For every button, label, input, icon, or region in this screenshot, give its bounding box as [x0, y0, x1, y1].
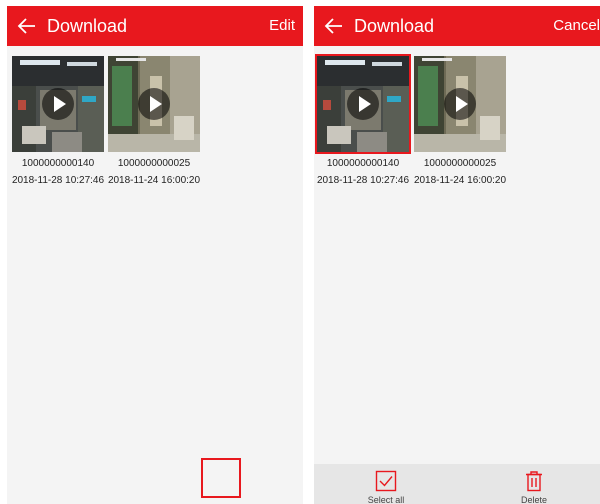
trash-icon: [526, 471, 542, 492]
video-name: 1000000000025: [423, 158, 497, 169]
page-title: Download: [47, 16, 128, 36]
back-arrow-icon[interactable]: [15, 14, 39, 38]
edit-button[interactable]: Edit: [269, 17, 295, 35]
edit-toolbar: Select all Delete: [314, 464, 600, 504]
play-icon[interactable]: [42, 88, 74, 120]
selection-highlight: [315, 54, 411, 154]
checkbox-icon: [375, 470, 397, 492]
header-bar: Download Cancel: [314, 6, 600, 46]
video-date: 2018-11-24 16:00:20: [413, 175, 507, 186]
video-name: 1000000000025: [117, 158, 191, 169]
cancel-button[interactable]: Cancel: [553, 17, 600, 35]
video-date: 2018-11-28 10:27:46: [11, 175, 105, 186]
delete-label: Delete: [520, 495, 547, 504]
download-screen-normal: Download Edit 1000000000140 2018-11-28 1…: [7, 6, 303, 504]
play-icon[interactable]: [138, 88, 170, 120]
page-title: Download: [354, 16, 435, 36]
download-screen-edit: Download Cancel 1000000000140 2018-11-28…: [314, 6, 600, 504]
select-all-label: Select all: [367, 495, 405, 504]
video-date: 2018-11-24 16:00:20: [107, 175, 201, 186]
video-date: 2018-11-28 10:27:46: [316, 175, 410, 186]
delete-highlight: [201, 458, 241, 498]
back-arrow-icon[interactable]: [322, 14, 346, 38]
video-name: 1000000000140: [21, 158, 95, 169]
play-icon[interactable]: [444, 88, 476, 120]
header-bar: Download Edit: [7, 6, 303, 46]
video-thumbnail[interactable]: [414, 56, 506, 152]
video-thumbnail[interactable]: [108, 56, 200, 152]
video-name: 1000000000140: [326, 158, 400, 169]
video-thumbnail[interactable]: [12, 56, 104, 152]
